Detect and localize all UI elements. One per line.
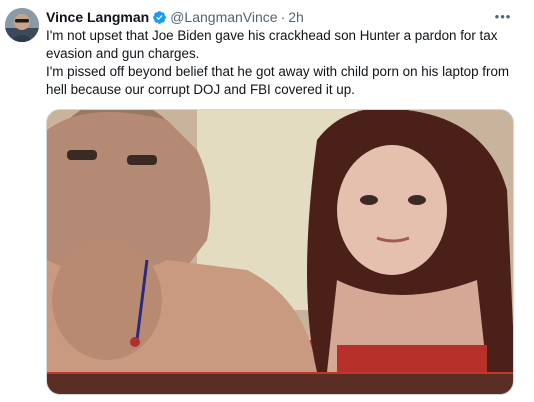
tweet-text-line: I'm pissed off beyond belief that he got…	[46, 64, 510, 97]
tweet-header: Vince Langman @LangmanVince · 2h	[46, 8, 304, 26]
tweet-card[interactable]: Vince Langman @LangmanVince · 2h ••• I'm…	[0, 0, 534, 402]
handle[interactable]: @LangmanVince	[170, 8, 277, 26]
separator-dot: ·	[280, 9, 286, 25]
more-options-icon[interactable]: •••	[492, 5, 514, 27]
verified-badge-icon	[152, 10, 167, 25]
tweet-media-image[interactable]	[46, 109, 514, 395]
display-name[interactable]: Vince Langman	[46, 8, 149, 26]
avatar[interactable]	[5, 8, 39, 42]
tweet-text-line: I'm not upset that Joe Biden gave his cr…	[46, 28, 498, 61]
timestamp[interactable]: 2h	[288, 8, 304, 26]
tweet-text: I'm not upset that Joe Biden gave his cr…	[46, 27, 516, 99]
